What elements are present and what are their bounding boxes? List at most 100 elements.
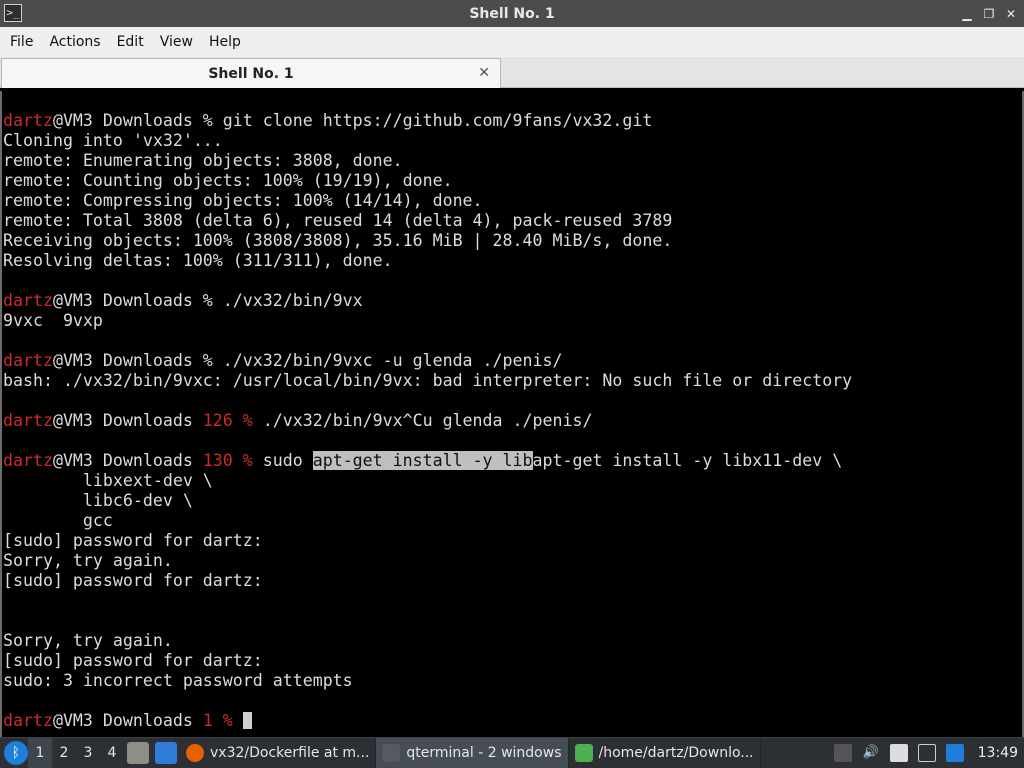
menu-view[interactable]: View — [152, 27, 201, 57]
terminal-line: dartz@VM3 Downloads % ./vx32/bin/9vx — [3, 291, 1022, 311]
window-titlebar: >_ Shell No. 1 ▁ ❐ ✕ — [0, 0, 1024, 27]
terminal-output[interactable]: dartz@VM3 Downloads % git clone https://… — [0, 91, 1024, 737]
terminal-line: gcc — [3, 511, 1022, 531]
terminal-line: Receiving objects: 100% (3808/3808), 35.… — [3, 231, 1022, 251]
terminal-app-icon[interactable]: >_ — [4, 4, 22, 22]
file-manager-launcher-icon[interactable] — [127, 742, 149, 764]
terminal-line: Cloning into 'vx32'... — [3, 131, 1022, 151]
menu-bar: File Actions Edit View Help — [0, 27, 1024, 57]
terminal-text: Sorry, try again. — [3, 631, 173, 650]
prompt-user: dartz — [3, 711, 53, 730]
terminal-text: [sudo] password for dartz: — [3, 571, 263, 590]
prompt-user: dartz — [3, 351, 53, 370]
minimize-icon[interactable]: ▁ — [960, 7, 974, 21]
terminal-line: bash: ./vx32/bin/9vxc: /usr/local/bin/9v… — [3, 371, 1022, 391]
terminal-text: ./vx32/bin/9vx^Cu glenda ./penis/ — [252, 411, 593, 430]
workspace-4[interactable]: 4 — [100, 738, 124, 768]
task-firefox[interactable]: vx32/Dockerfile at m... — [180, 737, 377, 768]
start-menu-icon[interactable]: ᛒ — [4, 741, 28, 765]
terminal-line: [sudo] password for dartz: — [3, 651, 1022, 671]
terminal-text: remote: Counting objects: 100% (19/19), … — [3, 171, 453, 190]
terminal-line: [sudo] password for dartz: — [3, 571, 1022, 591]
terminal-line: remote: Counting objects: 100% (19/19), … — [3, 171, 1022, 191]
terminal-text: Cloning into 'vx32'... — [3, 131, 223, 150]
terminal-text: [sudo] password for dartz: — [3, 531, 263, 550]
folder-icon — [574, 744, 593, 762]
taskbar: ᛒ 1 2 3 4 vx32/Dockerfile at m... qtermi… — [0, 737, 1024, 768]
tab-close-icon[interactable]: ✕ — [478, 65, 490, 81]
terminal-line: remote: Total 3808 (delta 6), reused 14 … — [3, 211, 1022, 231]
terminal-line: 9vxc 9vxp — [3, 311, 1022, 331]
terminal-line: Sorry, try again. — [3, 551, 1022, 571]
firefox-icon — [186, 744, 204, 762]
terminal-line: remote: Compressing objects: 100% (14/14… — [3, 191, 1022, 211]
exit-status: 1 % — [202, 711, 233, 730]
selected-text: apt-get install -y lib — [312, 451, 533, 470]
keyboard-layout-icon[interactable] — [833, 744, 852, 762]
terminal-text: @VM3 Downloads % ./vx32/bin/9vx — [52, 291, 363, 310]
terminal-line: dartz@VM3 Downloads % ./vx32/bin/9vxc -u… — [3, 351, 1022, 371]
exit-status: 126 % — [202, 411, 253, 430]
terminal-text: @VM3 Downloads — [52, 411, 203, 430]
terminal-text: [sudo] password for dartz: — [3, 651, 263, 670]
maximize-icon[interactable]: ❐ — [982, 7, 996, 21]
terminal-text: Sorry, try again. — [3, 551, 173, 570]
prompt-user: dartz — [3, 451, 53, 470]
show-desktop-icon[interactable] — [155, 742, 177, 764]
task-label: qterminal - 2 windows — [406, 745, 562, 761]
terminal-text: remote: Compressing objects: 100% (14/14… — [3, 191, 483, 210]
system-tray: 🔊 13:49 — [833, 744, 1024, 762]
network-icon[interactable] — [917, 744, 936, 762]
terminal-line: libc6-dev \ — [3, 491, 1022, 511]
workspace-2[interactable]: 2 — [52, 738, 76, 768]
task-file-manager[interactable]: /home/dartz/Downlo... — [569, 737, 761, 768]
clock[interactable]: 13:49 — [978, 745, 1018, 761]
prompt-user: dartz — [3, 291, 53, 310]
clipboard-icon[interactable] — [889, 744, 908, 762]
workspace-1[interactable]: 1 — [28, 737, 52, 768]
exit-status: 130 % — [202, 451, 253, 470]
tab-shell-1[interactable]: Shell No. 1 ✕ — [1, 58, 501, 88]
menu-file[interactable]: File — [2, 27, 41, 57]
close-icon[interactable]: ✕ — [1004, 7, 1018, 21]
prompt-user: dartz — [3, 411, 53, 430]
terminal-line: [sudo] password for dartz: — [3, 531, 1022, 551]
menu-edit[interactable]: Edit — [109, 27, 152, 57]
terminal-line: Sorry, try again. — [3, 631, 1022, 651]
terminal-line: remote: Enumerating objects: 3808, done. — [3, 151, 1022, 171]
update-notifier-icon[interactable] — [945, 744, 964, 762]
terminal-text: sudo — [252, 451, 313, 470]
menu-help[interactable]: Help — [201, 27, 249, 57]
terminal-icon — [382, 744, 401, 762]
terminal-text: Resolving deltas: 100% (311/311), done. — [3, 251, 393, 270]
terminal-text: 9vxc 9vxp — [3, 311, 103, 330]
terminal-text: libc6-dev \ — [3, 491, 193, 510]
menu-actions[interactable]: Actions — [41, 27, 108, 57]
terminal-line: libxext-dev \ — [3, 471, 1022, 491]
terminal-text: @VM3 Downloads % ./vx32/bin/9vxc -u glen… — [52, 351, 563, 370]
terminal-line: dartz@VM3 Downloads 1 % — [3, 711, 1022, 731]
task-label: vx32/Dockerfile at m... — [210, 745, 370, 761]
terminal-line: dartz@VM3 Downloads 130 % sudo apt-get i… — [3, 451, 1022, 471]
terminal-line: Resolving deltas: 100% (311/311), done. — [3, 251, 1022, 271]
terminal-text: bash: ./vx32/bin/9vxc: /usr/local/bin/9v… — [3, 371, 853, 390]
volume-icon[interactable]: 🔊 — [862, 744, 880, 762]
terminal-text: @VM3 Downloads % git clone https://githu… — [52, 111, 653, 130]
window-buttons: ▁ ❐ ✕ — [960, 0, 1018, 27]
terminal-text: Receiving objects: 100% (3808/3808), 35.… — [3, 231, 673, 250]
workspace-3[interactable]: 3 — [76, 738, 100, 768]
task-label: /home/dartz/Downlo... — [598, 745, 754, 761]
terminal-text: apt-get install -y libx11-dev \ — [532, 451, 843, 470]
terminal-line: dartz@VM3 Downloads 126 % ./vx32/bin/9vx… — [3, 411, 1022, 431]
task-qterminal[interactable]: qterminal - 2 windows — [376, 737, 569, 768]
prompt-user: dartz — [3, 111, 53, 130]
tab-bar: Shell No. 1 ✕ — [0, 57, 1024, 88]
